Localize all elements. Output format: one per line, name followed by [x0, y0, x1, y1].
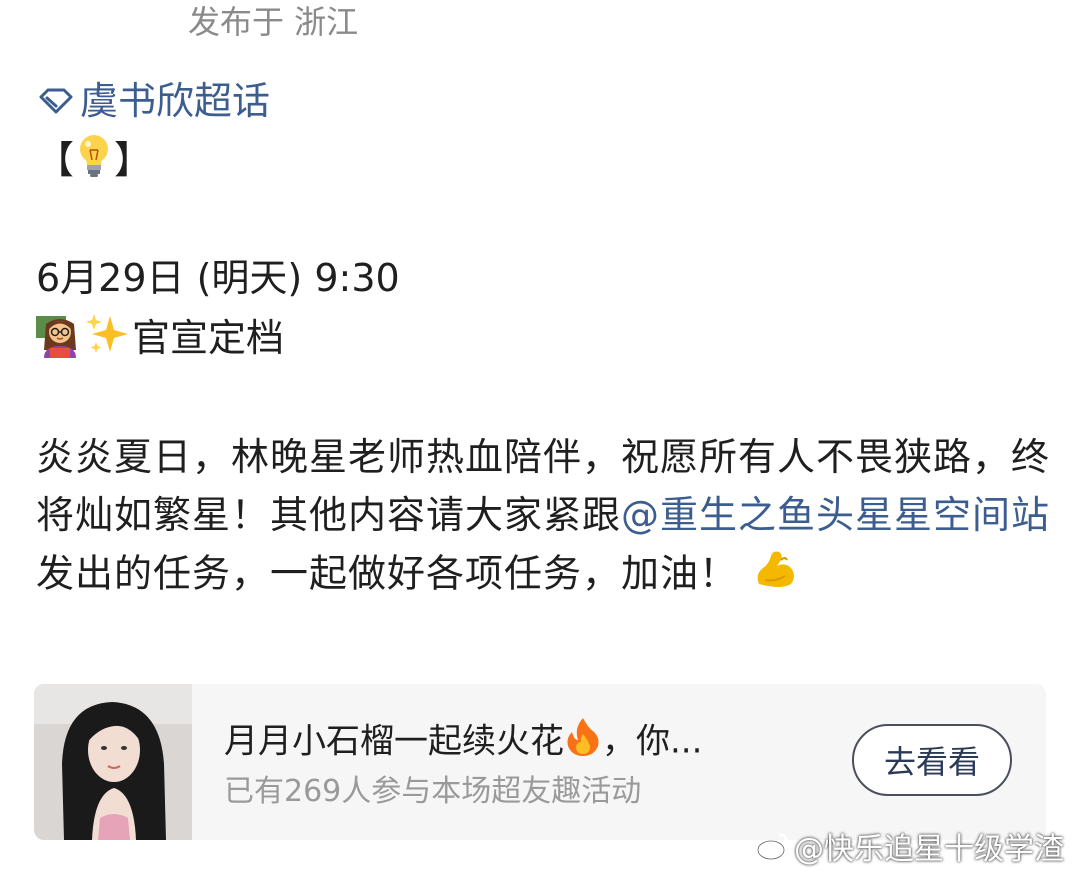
watermark-text: @快乐追星十级学渣	[794, 832, 1064, 867]
announce-line: 官宣定档	[36, 310, 284, 371]
activity-thumbnail	[34, 684, 192, 840]
weibo-post: 发布于 浙江 虞书欣超话 【 】 6月29日 (明天) 9:30 官宣定档 炎炎…	[0, 0, 1080, 878]
date-line: 6月29日 (明天) 9:30	[36, 256, 400, 300]
supertopic-label: 虞书欣超话	[80, 79, 271, 123]
activity-subtitle: 已有269人参与本场超友趣活动	[224, 774, 642, 809]
bracket-close: 】	[114, 138, 153, 182]
flexed-biceps-emoji	[751, 544, 799, 608]
body-text-part2: 发出的任务，一起做好各项任务，加油！	[36, 551, 739, 596]
weibo-logo-icon	[756, 833, 789, 861]
fire-emoji	[564, 716, 602, 770]
post-body: 炎炎夏日，林晚星老师热血陪伴，祝愿所有人不畏狭路，终将灿如繁星！其他内容请大家紧…	[36, 428, 1056, 608]
lightbulb-emoji	[74, 132, 114, 193]
go-see-button[interactable]: 去看看	[852, 724, 1012, 796]
activity-title-tail: ，你...	[602, 721, 703, 762]
weibo-watermark: @快乐追星十级学渣	[756, 824, 1064, 868]
bulb-line: 【 】	[36, 132, 152, 193]
activity-card[interactable]: 月月小石榴一起续火花 ，你... 已有269人参与本场超友趣活动 去看看	[34, 684, 1046, 840]
post-location: 发布于 浙江	[188, 3, 359, 41]
announce-text: 官宣定档	[132, 316, 285, 360]
supertopic-link[interactable]: 虞书欣超话	[36, 76, 270, 126]
activity-title: 月月小石榴一起续火花 ，你...	[224, 716, 702, 770]
bracket-open: 【	[36, 138, 75, 182]
teacher-emoji	[36, 310, 84, 371]
mention-link[interactable]: @重生之鱼头星星空间站	[621, 493, 1050, 537]
sparkles-emoji	[84, 310, 132, 371]
diamond-icon	[39, 88, 73, 114]
activity-title-text: 月月小石榴一起续火花	[224, 721, 564, 762]
